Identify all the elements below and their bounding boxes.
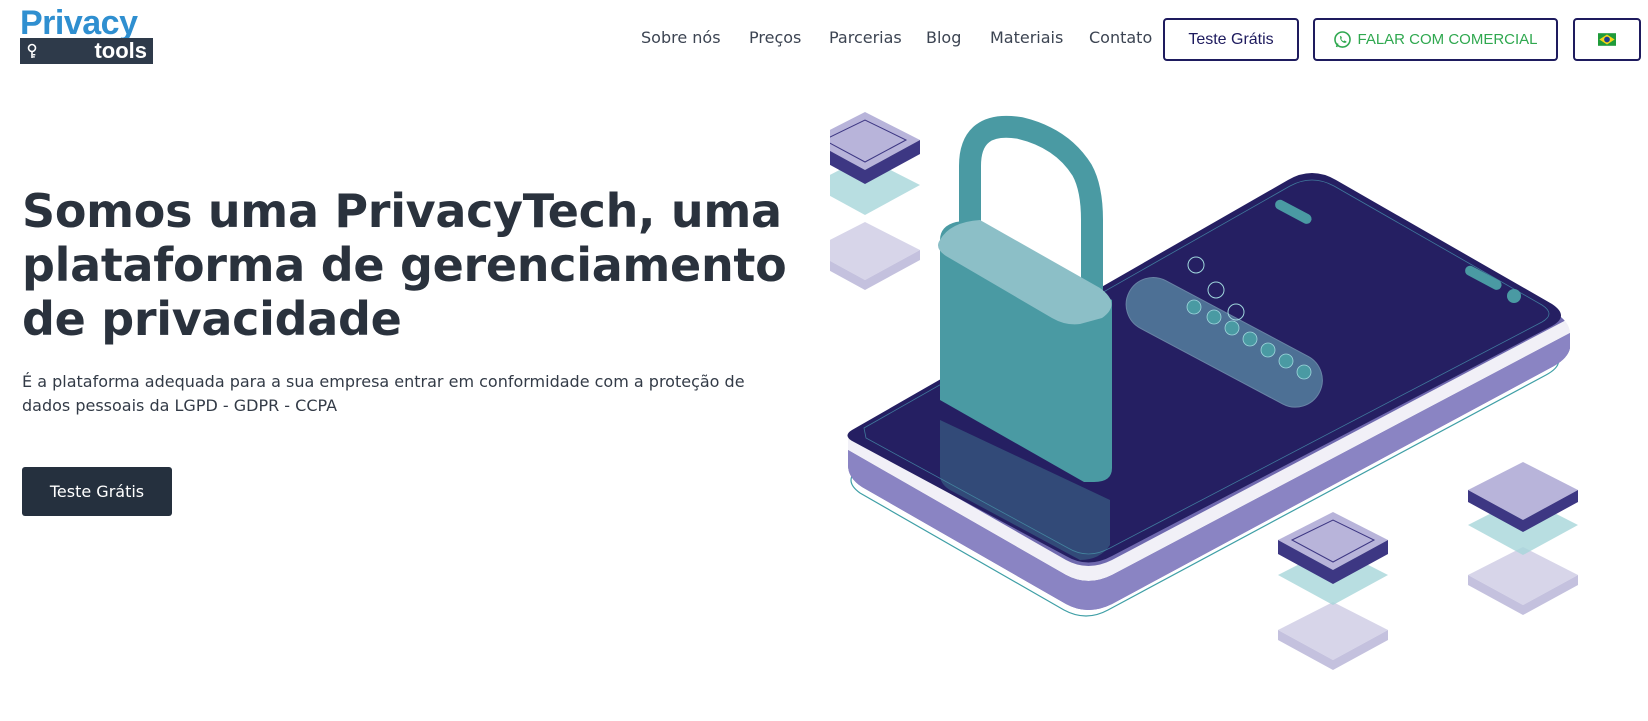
header-trial-label: Teste Grátis xyxy=(1188,30,1274,48)
floating-chip-bottom xyxy=(1278,512,1388,670)
site-header: Privacy tools Sobre nós Preços Parcerias… xyxy=(0,0,1648,80)
hero-trial-button[interactable]: Teste Grátis xyxy=(22,467,172,516)
language-selector[interactable] xyxy=(1573,18,1641,61)
header-trial-button[interactable]: Teste Grátis xyxy=(1163,18,1299,61)
logo-bar: tools xyxy=(20,38,153,64)
nav-link-contato[interactable]: Contato xyxy=(1089,26,1152,50)
floating-chip-top-left xyxy=(830,112,920,290)
phone-padlock-illustration xyxy=(830,112,1578,670)
whatsapp-sales-label: FALAR COM COMERCIAL xyxy=(1357,31,1538,48)
hero-title: Somos uma PrivacyTech, uma plataforma de… xyxy=(22,184,787,346)
whatsapp-icon xyxy=(1334,31,1352,48)
nav-link-parcerias[interactable]: Parcerias xyxy=(829,26,902,50)
nav-link-sobre-nos[interactable]: Sobre nós xyxy=(641,26,721,50)
logo-top-text: Privacy xyxy=(20,4,138,42)
logo-bottom-text: tools xyxy=(94,38,147,63)
nav-link-blog[interactable]: Blog xyxy=(926,26,961,50)
hero-trial-label: Teste Grátis xyxy=(49,482,145,501)
brazil-flag-icon xyxy=(1598,33,1616,46)
nav-link-precos[interactable]: Preços xyxy=(749,26,801,50)
floating-chip-right xyxy=(1468,462,1578,615)
whatsapp-sales-button[interactable]: FALAR COM COMERCIAL xyxy=(1313,18,1558,61)
privacy-tools-logo[interactable]: Privacy tools xyxy=(20,6,153,64)
key-icon xyxy=(27,43,37,58)
camera-dot xyxy=(1507,289,1521,303)
nav-link-materiais[interactable]: Materiais xyxy=(990,26,1063,50)
hero-subtitle: É a plataforma adequada para a sua empre… xyxy=(22,372,745,415)
